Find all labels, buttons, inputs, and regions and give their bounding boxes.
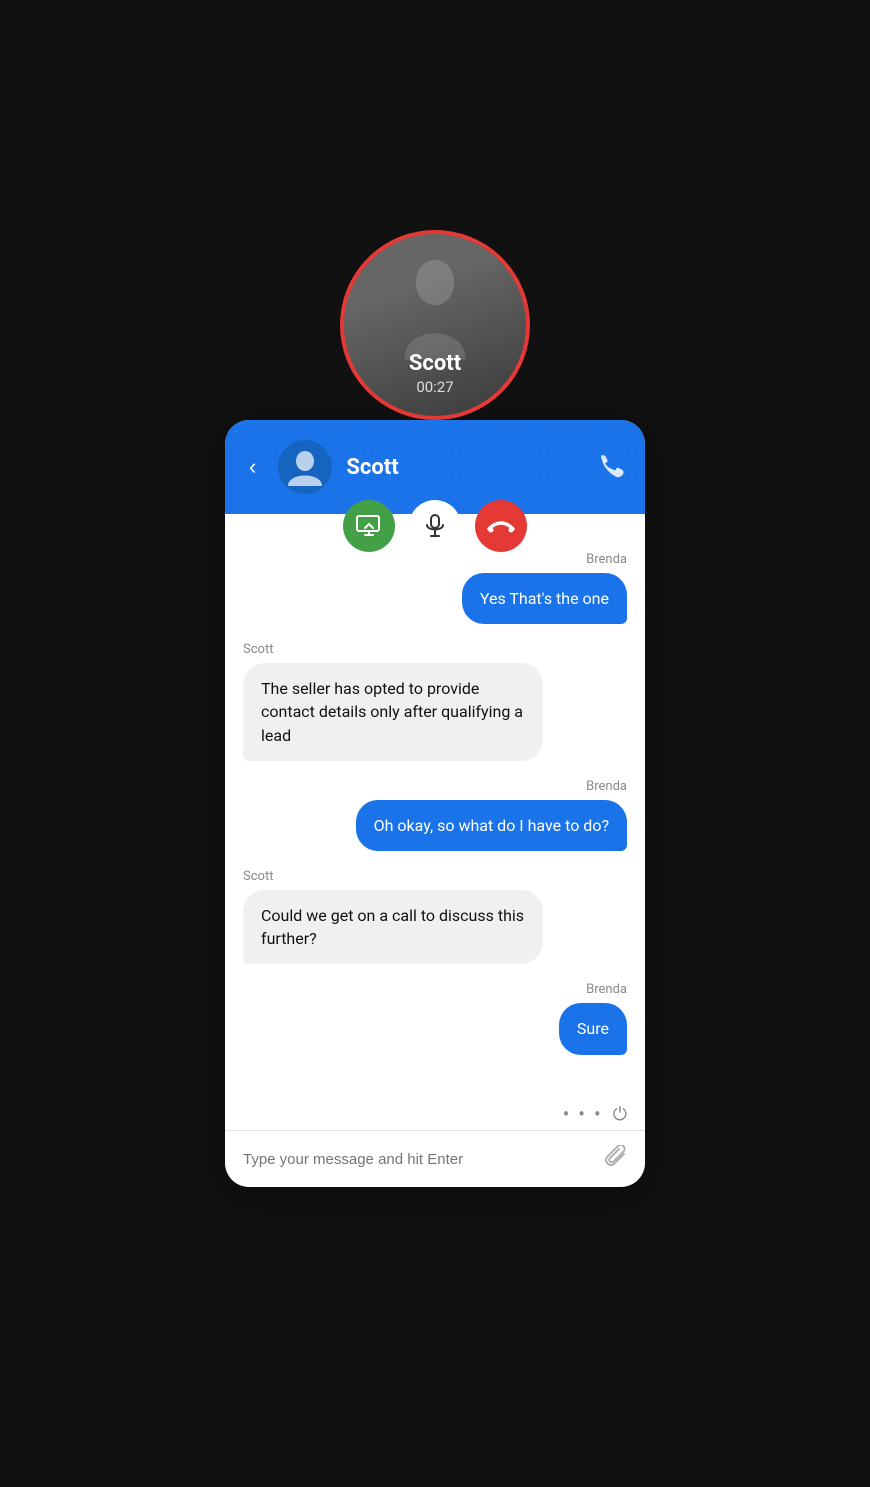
avatar-silhouette-icon bbox=[286, 448, 324, 486]
message-row: Brenda Oh okay, so what do I have to do? bbox=[243, 761, 627, 851]
input-area bbox=[225, 1130, 645, 1187]
message-row: Brenda Sure bbox=[243, 964, 627, 1054]
caller-info: Scott 00:27 bbox=[409, 351, 461, 396]
hangup-icon bbox=[487, 519, 515, 533]
message-input[interactable] bbox=[243, 1151, 595, 1168]
message-bubble: Oh okay, so what do I have to do? bbox=[356, 800, 627, 851]
hangup-button[interactable] bbox=[475, 500, 527, 552]
typing-dots: • • • bbox=[563, 1102, 603, 1126]
message-row: Scott The seller has opted to provide co… bbox=[243, 624, 627, 761]
sender-label: Scott bbox=[243, 869, 627, 884]
message-bubble: Yes That's the one bbox=[462, 573, 627, 624]
attach-button[interactable] bbox=[605, 1145, 627, 1173]
mute-button[interactable] bbox=[409, 500, 461, 552]
caller-timer: 00:27 bbox=[409, 378, 461, 396]
call-controls bbox=[343, 500, 527, 552]
sender-label: Scott bbox=[243, 642, 627, 657]
caller-circle: Scott 00:27 bbox=[340, 230, 530, 420]
back-button[interactable]: ‹ bbox=[241, 450, 264, 484]
messages-area: Brenda Yes That's the one Scott The sell… bbox=[225, 514, 645, 1094]
paperclip-icon bbox=[605, 1145, 627, 1167]
contact-name: Scott bbox=[346, 455, 583, 480]
sender-label: Brenda bbox=[586, 779, 627, 794]
phone-icon bbox=[597, 452, 625, 480]
power-icon: ⏻ bbox=[613, 1104, 627, 1125]
message-row: Scott Could we get on a call to discuss … bbox=[243, 851, 627, 964]
message-bubble: Could we get on a call to discuss this f… bbox=[243, 890, 543, 964]
message-bubble: The seller has opted to provide contact … bbox=[243, 663, 543, 761]
caller-name: Scott bbox=[409, 351, 461, 376]
contact-avatar bbox=[278, 440, 332, 494]
message-bubble: Sure bbox=[559, 1003, 627, 1054]
phone-wrapper: Scott 00:27 bbox=[225, 300, 645, 1187]
microphone-icon bbox=[424, 514, 446, 538]
call-button[interactable] bbox=[597, 452, 625, 483]
screen-share-button[interactable] bbox=[343, 500, 395, 552]
screen-share-icon bbox=[356, 515, 382, 537]
sender-label: Brenda bbox=[586, 982, 627, 997]
caller-silhouette-icon bbox=[400, 252, 470, 362]
status-row: • • • ⏻ bbox=[225, 1094, 645, 1130]
sender-label: Brenda bbox=[586, 552, 627, 567]
